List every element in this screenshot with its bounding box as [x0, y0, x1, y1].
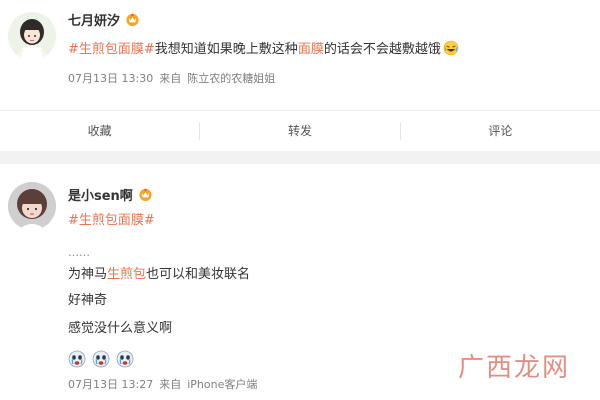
post-timestamp[interactable]: 07月13日 13:27	[68, 376, 153, 392]
keyword-link[interactable]: 生煎包	[107, 267, 146, 282]
post-text-part: 感觉没什么意义啊	[68, 321, 173, 336]
post-timestamp[interactable]: 07月13日 13:30	[68, 70, 153, 86]
post-text: #生煎包面膜#我想知道如果晚上敷这种面膜的话会不会越敷越饿	[68, 40, 459, 59]
feed-divider	[0, 151, 600, 164]
post-text-line-2: 好神奇	[68, 292, 107, 310]
avatar[interactable]	[8, 12, 56, 60]
site-watermark: 广西龙网	[457, 353, 570, 383]
post-hashtag-line: #生煎包面膜#	[68, 212, 155, 230]
post-text-part: 我想知道如果晚上敷这种	[154, 42, 298, 57]
repost-button[interactable]: 转发	[200, 121, 399, 141]
post-text-line-1: 为神马生煎包也可以和美妆联名	[68, 266, 250, 284]
post-meta: 07月13日 13:27 来自 iPhone客户端	[68, 376, 257, 392]
vip-crown-icon[interactable]	[125, 12, 140, 27]
hashtag-link[interactable]: #生煎包面膜#	[68, 213, 155, 228]
post-text-part: 为神马	[68, 267, 108, 282]
post-action-bar: 收藏 转发 评论	[0, 110, 600, 151]
post-1: 七月妍汐 #生煎包面膜#我想知道如果晚上敷这种面膜的话会不会越敷越饿 07月13…	[0, 0, 600, 110]
post-text-part: 好神奇	[68, 293, 108, 308]
crying-face-emoji-icon	[116, 350, 134, 368]
avatar[interactable]	[8, 182, 56, 230]
source-link[interactable]: 陈立农的农糖姐姐	[187, 70, 275, 86]
user-row: 七月妍汐	[68, 10, 140, 29]
laughing-emoji-icon	[443, 40, 459, 56]
vip-crown-icon[interactable]	[138, 187, 153, 202]
user-row: 是小sen啊	[68, 185, 153, 204]
post-meta: 07月13日 13:30 来自 陈立农的农糖姐姐	[68, 70, 275, 86]
source-link[interactable]: iPhone客户端	[187, 376, 257, 392]
reaction-emoji-row	[68, 350, 134, 368]
username[interactable]: 是小sen啊	[68, 185, 133, 204]
username[interactable]: 七月妍汐	[68, 10, 120, 29]
source-prefix: 来自	[159, 72, 182, 85]
keyword-link[interactable]: 面膜	[298, 42, 324, 57]
post-ellipsis: ……	[68, 244, 90, 262]
crying-face-emoji-icon	[68, 350, 86, 368]
favorite-button[interactable]: 收藏	[0, 121, 199, 141]
post-text-part: 的话会不会越敷越饿	[323, 42, 441, 57]
crying-face-emoji-icon	[92, 350, 110, 368]
post-text-part: 也可以和美妆联名	[146, 267, 251, 282]
post-text-line-3: 感觉没什么意义啊	[68, 320, 172, 338]
weibo-feed: 七月妍汐 #生煎包面膜#我想知道如果晚上敷这种面膜的话会不会越敷越饿 07月13…	[0, 0, 600, 400]
hashtag-link[interactable]: #生煎包面膜#	[68, 42, 155, 57]
source-prefix: 来自	[159, 378, 182, 391]
ellipsis-text: ……	[68, 246, 90, 259]
comment-button[interactable]: 评论	[401, 121, 600, 141]
